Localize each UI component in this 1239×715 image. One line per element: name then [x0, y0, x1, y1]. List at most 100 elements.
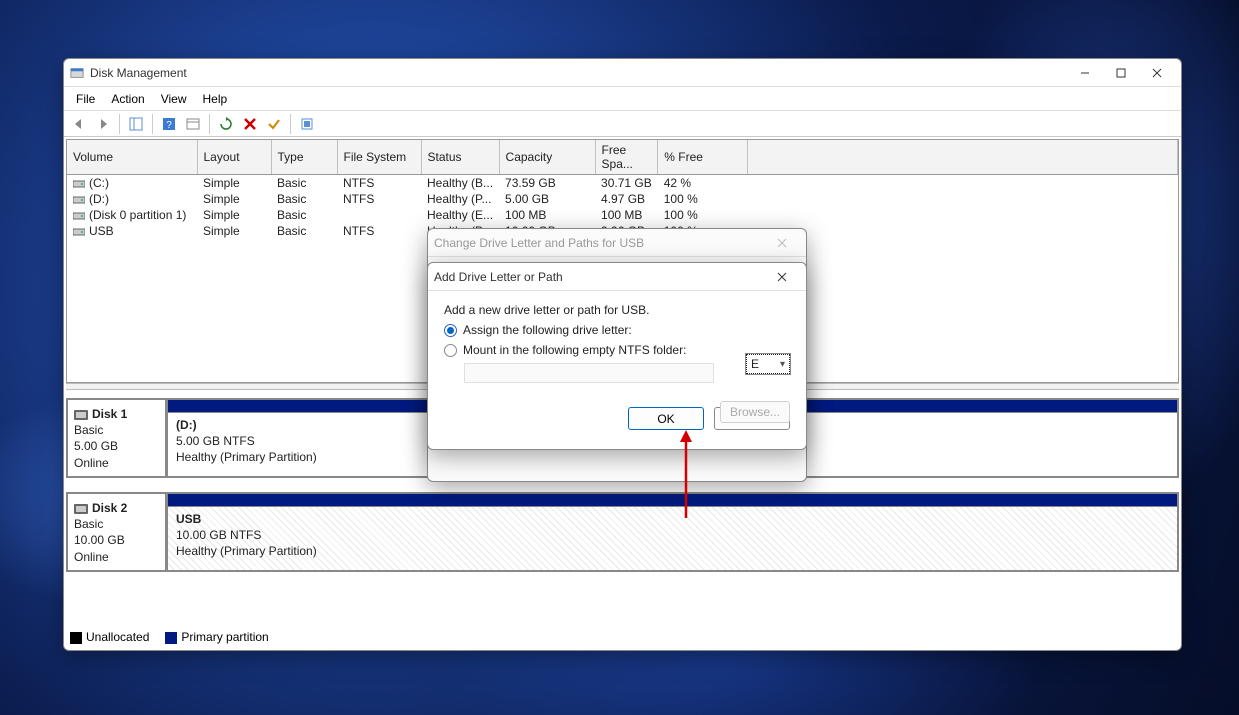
dlg1-close-button[interactable] [764, 232, 800, 254]
forward-button[interactable] [92, 113, 114, 135]
vol-fs: NTFS [337, 191, 421, 207]
radio-mount-icon[interactable] [444, 344, 457, 357]
legend-unallocated-swatch [70, 632, 82, 644]
maximize-button[interactable] [1103, 62, 1139, 84]
legend: Unallocated Primary partition [70, 630, 269, 644]
mount-folder-option[interactable]: Mount in the following empty NTFS folder… [444, 343, 790, 357]
col-volume[interactable]: Volume [67, 140, 197, 175]
legend-unallocated-label: Unallocated [86, 630, 149, 644]
vol-type: Basic [271, 175, 337, 192]
help-button[interactable]: ? [158, 113, 180, 135]
menu-action[interactable]: Action [105, 90, 150, 108]
close-button[interactable] [1139, 62, 1175, 84]
menubar: File Action View Help [64, 87, 1181, 111]
vol-name: (Disk 0 partition 1) [89, 208, 186, 222]
vol-free: 4.97 GB [595, 191, 658, 207]
vol-pct: 100 % [658, 207, 748, 223]
browse-button[interactable]: Browse... [720, 401, 790, 423]
svg-text:?: ? [166, 120, 172, 131]
assign-letter-option[interactable]: Assign the following drive letter: [444, 323, 790, 337]
volume-row[interactable]: (D:)SimpleBasicNTFSHealthy (P...5.00 GB4… [67, 191, 1178, 207]
dlg1-title: Change Drive Letter and Paths for USB [434, 236, 644, 250]
chevron-down-icon: ▾ [780, 359, 785, 370]
partition-area[interactable]: USB10.00 GB NTFSHealthy (Primary Partiti… [168, 506, 1177, 570]
menu-help[interactable]: Help [197, 90, 234, 108]
legend-primary-swatch [165, 632, 177, 644]
disk-header: Disk 2Basic10.00 GBOnline [68, 494, 168, 570]
disk-type: Basic [74, 422, 159, 438]
dlg2-ok-button[interactable]: OK [628, 407, 704, 430]
show-hide-tree-button[interactable] [125, 113, 147, 135]
legend-primary-label: Primary partition [181, 630, 268, 644]
disk-header: Disk 1Basic5.00 GBOnline [68, 400, 168, 476]
vol-capacity: 5.00 GB [499, 191, 595, 207]
partition-color-strip [168, 494, 1177, 506]
disk-size: 10.00 GB [74, 532, 159, 548]
vol-fs: NTFS [337, 223, 421, 239]
properties-button[interactable] [182, 113, 204, 135]
vol-layout: Simple [197, 175, 271, 192]
titlebar[interactable]: Disk Management [64, 59, 1181, 87]
disk-body: USB10.00 GB NTFSHealthy (Primary Partiti… [168, 494, 1177, 570]
dlg2-titlebar[interactable]: Add Drive Letter or Path [428, 263, 806, 291]
vol-layout: Simple [197, 223, 271, 239]
refresh-button[interactable] [215, 113, 237, 135]
vol-layout: Simple [197, 191, 271, 207]
col-type[interactable]: Type [271, 140, 337, 175]
partition-label: USB [176, 511, 1169, 527]
disk-type: Basic [74, 516, 159, 532]
back-button[interactable] [68, 113, 90, 135]
mount-path-input[interactable] [464, 363, 714, 383]
vol-fs: NTFS [337, 175, 421, 192]
drive-letter-value: E [751, 357, 759, 371]
volume-table[interactable]: Volume Layout Type File System Status Ca… [67, 140, 1178, 239]
drive-icon [73, 179, 85, 189]
vol-capacity: 73.59 GB [499, 175, 595, 192]
volume-row[interactable]: (Disk 0 partition 1) SimpleBasic Healthy (… [67, 207, 1178, 223]
disk-state: Online [74, 549, 159, 565]
drive-letter-select[interactable]: E ▾ [746, 354, 790, 374]
add-drive-letter-dialog: Add Drive Letter or Path Add a new drive… [427, 262, 807, 450]
drive-icon [73, 227, 85, 237]
settings-button[interactable] [296, 113, 318, 135]
disk-size: 5.00 GB [74, 438, 159, 454]
menu-file[interactable]: File [70, 90, 101, 108]
vol-type: Basic [271, 207, 337, 223]
vol-status: Healthy (P... [421, 191, 499, 207]
assign-letter-label: Assign the following drive letter: [463, 323, 632, 337]
col-layout[interactable]: Layout [197, 140, 271, 175]
vol-layout: Simple [197, 207, 271, 223]
col-freespace[interactable]: Free Spa... [595, 140, 658, 175]
volume-row[interactable]: (C:) SimpleBasicNTFSHealthy (B...73.59 GB… [67, 175, 1178, 192]
vol-name: USB [89, 224, 114, 238]
vol-pct: 42 % [658, 175, 748, 192]
vol-free: 100 MB [595, 207, 658, 223]
vol-status: Healthy (B... [421, 175, 499, 192]
vol-type: Basic [271, 223, 337, 239]
disk-name: Disk 2 [92, 501, 127, 515]
disk-icon [74, 410, 88, 420]
menu-view[interactable]: View [155, 90, 193, 108]
drive-icon [73, 211, 85, 221]
disk-block[interactable]: Disk 2Basic10.00 GBOnlineUSB10.00 GB NTF… [66, 492, 1179, 572]
vol-status: Healthy (E... [421, 207, 499, 223]
dlg2-close-button[interactable] [764, 266, 800, 288]
col-capacity[interactable]: Capacity [499, 140, 595, 175]
vol-name: (C:) [89, 176, 109, 190]
drive-icon [73, 195, 85, 205]
col-status[interactable]: Status [421, 140, 499, 175]
vol-capacity: 100 MB [499, 207, 595, 223]
minimize-button[interactable] [1067, 62, 1103, 84]
col-spacer [748, 140, 1178, 175]
window-title: Disk Management [90, 66, 187, 80]
col-pctfree[interactable]: % Free [658, 140, 748, 175]
vol-type: Basic [271, 191, 337, 207]
dlg2-title: Add Drive Letter or Path [434, 270, 563, 284]
vol-free: 30.71 GB [595, 175, 658, 192]
radio-assign-icon[interactable] [444, 324, 457, 337]
dlg1-titlebar[interactable]: Change Drive Letter and Paths for USB [428, 229, 806, 257]
apply-button[interactable] [263, 113, 285, 135]
disk-state: Online [74, 455, 159, 471]
col-filesystem[interactable]: File System [337, 140, 421, 175]
delete-button[interactable] [239, 113, 261, 135]
